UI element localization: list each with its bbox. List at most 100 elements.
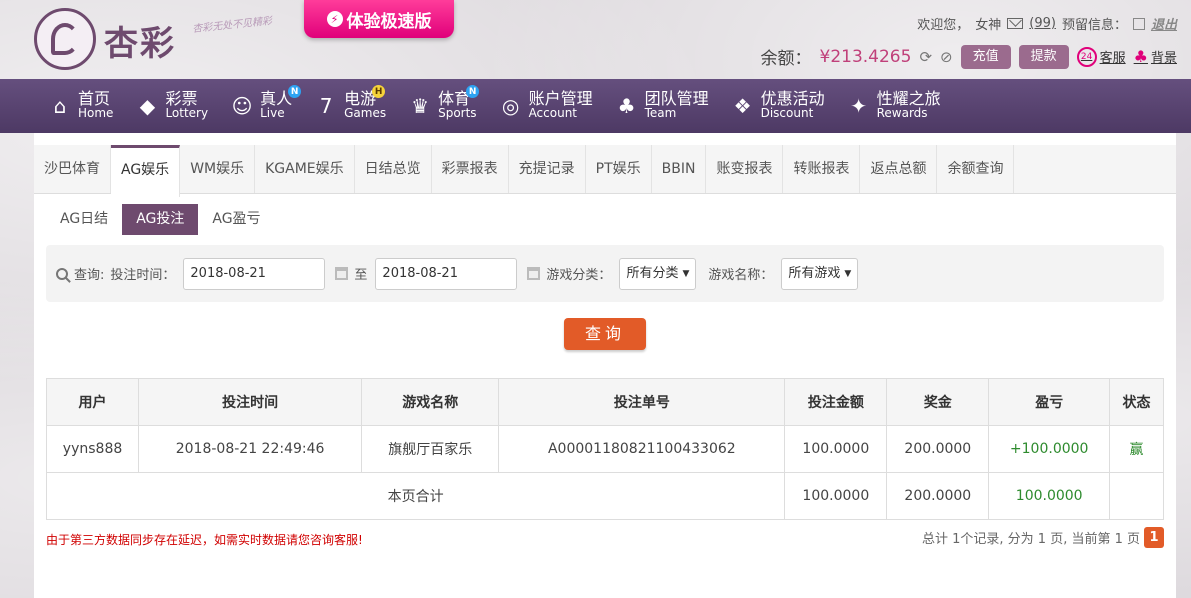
cell-user: yyns888 [45,425,140,473]
category-label: 游戏分类： [546,268,612,283]
nav-item-account[interactable]: ◎ 账户管理 Account [499,79,593,133]
col-bonus: 奖金 [886,378,990,426]
cell-profit: +100.0000 [988,425,1111,473]
table-header-row: 用户 投注时间 游戏名称 投注单号 投注金额 奖金 盈亏 状态 [45,378,1164,426]
flash-icon: ⚡ [326,11,343,27]
subtab-0[interactable]: AG日结 [46,204,122,235]
tab-7[interactable]: PT娱乐 [585,145,652,193]
tab-1[interactable]: AG娱乐 [111,145,181,197]
nav-label: 优惠活动 [760,89,825,108]
tab-3[interactable]: KGAME娱乐 [255,145,355,193]
category-select[interactable]: 所有分类 ▼ [619,257,697,290]
logout-link[interactable]: 退出 [1151,14,1177,33]
slogan: 杏彩无处不见精彩 [191,15,273,36]
nav-sublabel: Live [260,106,285,120]
sync-delay-note: 由于第三方数据同步存在延迟，如需实时数据请您咨询客服! [46,533,363,547]
nav-label: 首页 [78,89,111,108]
tab-10[interactable]: 转账报表 [783,145,861,193]
table-row: yyns888 2018-08-21 22:49:46 旗舰厅百家乐 A0000… [45,425,1164,473]
team-icon: ♣ [617,94,636,118]
badge-n: N [466,85,480,98]
support-24-icon: 24 [1076,46,1097,67]
start-date-input[interactable]: 2018-08-21 [183,257,326,290]
col-user: 用户 [45,378,140,426]
tab-4[interactable]: 日结总览 [354,145,432,193]
page-1-button[interactable]: 1 [1144,527,1164,548]
tab-5[interactable]: 彩票报表 [431,145,509,193]
tab-12[interactable]: 余额查询 [937,145,1015,193]
rewards-icon: ✦ [850,94,867,118]
nav-item-live[interactable]: ☺ 真人 Live N [230,79,302,133]
nav-item-home[interactable]: ⌂ 首页 Home [48,79,114,133]
subtab-1[interactable]: AG投注 [122,204,199,235]
refresh-icon[interactable]: ⟳ [919,48,932,66]
calendar-icon[interactable] [527,267,541,280]
dropdown-arrow-icon: ▼ [682,268,690,279]
promo-button[interactable]: ⚡ 体验极速版 [304,0,454,38]
end-date-input[interactable]: 2018-08-21 [375,257,518,290]
header: 杏彩 杏彩无处不见精彩 ⚡ 体验极速版 欢迎您， 女神 (99) 预留信息： 退… [0,0,1191,79]
tab-9[interactable]: 账变报表 [706,145,784,193]
nav-item-games[interactable]: 7 电游 Games H [314,79,386,133]
nav-item-rewards[interactable]: ✦ 性耀之旅 Rewards [847,79,940,133]
nav-item-sports[interactable]: ♛ 体育 Sports N [408,79,480,133]
logo-emblem[interactable] [34,8,96,70]
cell-status: 赢 [1109,425,1164,473]
edit-icon[interactable] [1132,17,1145,30]
col-bet-time: 投注时间 [138,378,363,426]
tab-0[interactable]: 沙巴体育 [34,145,111,193]
nav-sublabel: Games [344,106,387,120]
nav-sublabel: Rewards [876,106,928,120]
total-row: 本页合计 100.0000 200.0000 100.0000 [45,472,1164,520]
game-select[interactable]: 所有游戏 ▼ [781,257,859,290]
calendar-icon[interactable] [335,267,349,280]
nav-label: 团队管理 [644,89,709,108]
total-label: 本页合计 [45,472,786,520]
col-bet-id: 投注单号 [498,378,786,426]
lottery-icon: ◆ [139,94,156,118]
query-button[interactable]: 查询 [564,318,646,350]
user-info: 欢迎您， 女神 (99) 预留信息： 退出 [917,14,1177,33]
gift-icon: ❖ [733,94,752,118]
total-amount: 100.0000 [784,472,888,520]
nav-item-team[interactable]: ♣ 团队管理 Team [615,79,709,133]
subtab-2[interactable]: AG盈亏 [198,204,274,235]
withdraw-button[interactable]: 提款 [1018,44,1069,69]
tab-8[interactable]: BBIN [651,145,707,193]
filter-bar: 查询: 投注时间： 2018-08-21 至 2018-08-21 游戏分类： … [46,245,1164,302]
trophy-icon: ♛ [411,94,430,118]
pagination-summary: 总计 1个记录, 分为 1 页, 当前第 1 页 [921,532,1140,547]
tab-6[interactable]: 充提记录 [508,145,586,193]
tab-2[interactable]: WM娱乐 [180,145,256,193]
col-profit: 盈亏 [988,378,1111,426]
username: 女神 [975,18,1002,33]
nav-sublabel: Home [78,106,114,120]
mail-icon[interactable] [1007,18,1024,29]
report-tabs: 沙巴体育 AG娱乐 WM娱乐 KGAME娱乐 日结总览 彩票报表 充提记录 PT娱乐 BBIN 账… [34,145,1176,197]
tab-11[interactable]: 返点总额 [860,145,938,193]
to-label: 至 [354,268,368,283]
deposit-button[interactable]: 充值 [960,44,1011,69]
nav-sublabel: Team [644,106,677,120]
balance-row: 余额： ¥213.4265 ⟳ ⊘ 充值 提款 24 客服 ♣ 背景 [761,44,1177,69]
nav-item-discount[interactable]: ❖ 优惠活动 Discount [731,79,825,133]
cell-bet-id: A00001180821100433062 [498,425,786,473]
pagination: 总计 1个记录, 分为 1 页, 当前第 1 页 1 [922,527,1164,548]
bet-table: 用户 投注时间 游戏名称 投注单号 投注金额 奖金 盈亏 状态 yyns888 … [45,378,1164,520]
main-panel: 沙巴体育 AG娱乐 WM娱乐 KGAME娱乐 日结总览 彩票报表 充提记录 PT娱乐 BBIN 账… [34,133,1176,598]
background-link[interactable]: ♣ 背景 [1134,47,1177,66]
support-link[interactable]: 24 客服 [1076,46,1126,67]
cell-bet-time: 2018-08-21 22:49:46 [138,425,363,473]
nav-label: 账户管理 [528,89,593,108]
total-status [1109,472,1164,520]
message-count[interactable]: (99) [1029,16,1056,31]
col-status: 状态 [1109,378,1164,426]
hide-eye-icon[interactable]: ⊘ [940,48,953,66]
nav-label: 彩票 [165,89,198,108]
shirt-icon: ♣ [1133,47,1148,66]
sub-tabs: AG日结 AG投注 AG盈亏 [46,204,275,235]
query-label: 查询: [74,268,105,283]
col-bet-amount: 投注金额 [784,378,888,426]
balance-value: ¥213.4265 [819,46,912,67]
nav-item-lottery[interactable]: ◆ 彩票 Lottery [135,79,208,133]
